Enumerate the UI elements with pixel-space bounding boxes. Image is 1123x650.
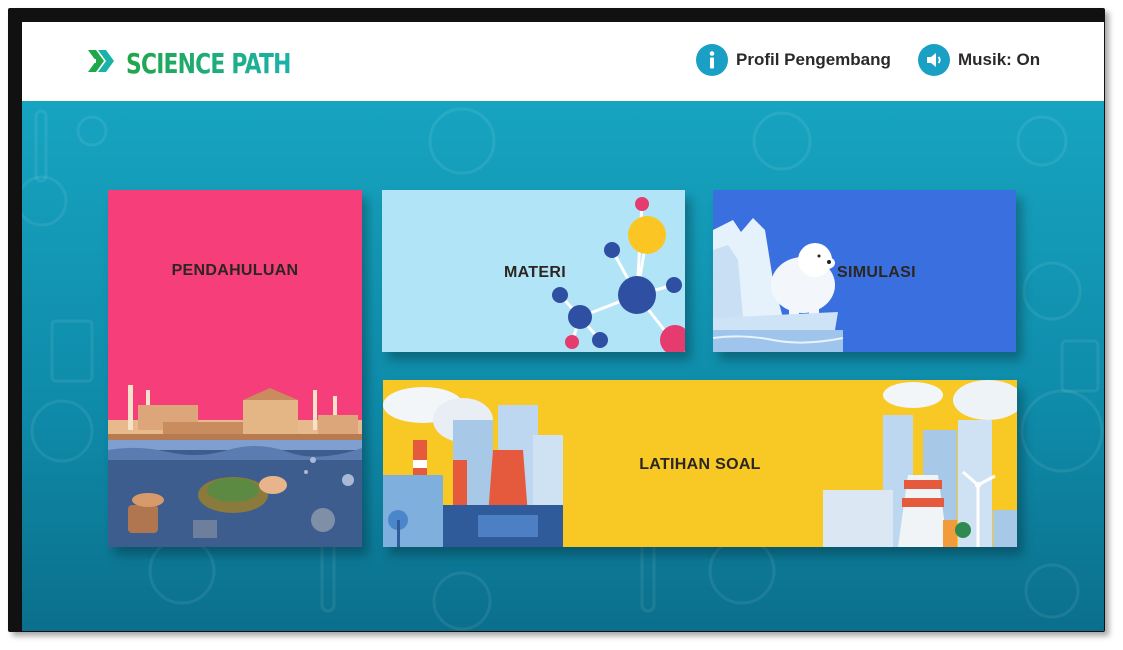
latihan-soal-card[interactable]: LATIHAN SOAL: [383, 380, 1017, 547]
pendahuluan-title: PENDAHULUAN: [171, 262, 299, 279]
polluted-sea-illustration: [108, 385, 362, 547]
materi-card[interactable]: MATERI: [382, 190, 685, 352]
menu-area: PENDAHULUAN MATERI SIMULASI LATIHAN SOAL: [22, 101, 1104, 631]
app-logo: SCIENCE PATH: [86, 44, 337, 82]
info-icon: [696, 44, 728, 76]
music-toggle-button[interactable]: Musik: On: [918, 44, 1040, 76]
app-screen: SCIENCE PATH Profil Pengembang Musik: On…: [22, 22, 1104, 631]
latihan-soal-title: LATIHAN SOAL: [639, 456, 761, 473]
app-name: SCIENCE PATH: [126, 46, 291, 80]
simulasi-title: SIMULASI: [837, 264, 916, 281]
top-header: SCIENCE PATH Profil Pengembang Musik: On: [22, 22, 1104, 101]
simulasi-card[interactable]: SIMULASI: [713, 190, 1016, 352]
profile-label: Profil Pengembang: [736, 50, 891, 69]
materi-title: MATERI: [504, 264, 566, 281]
device-frame: SCIENCE PATH Profil Pengembang Musik: On…: [8, 8, 1105, 632]
speaker-icon: [918, 44, 950, 76]
chevron-arrows-logo-icon: [86, 46, 116, 81]
profile-button[interactable]: Profil Pengembang: [696, 44, 891, 76]
music-label: Musik: On: [958, 50, 1041, 69]
pendahuluan-card[interactable]: PENDAHULUAN: [108, 190, 362, 547]
